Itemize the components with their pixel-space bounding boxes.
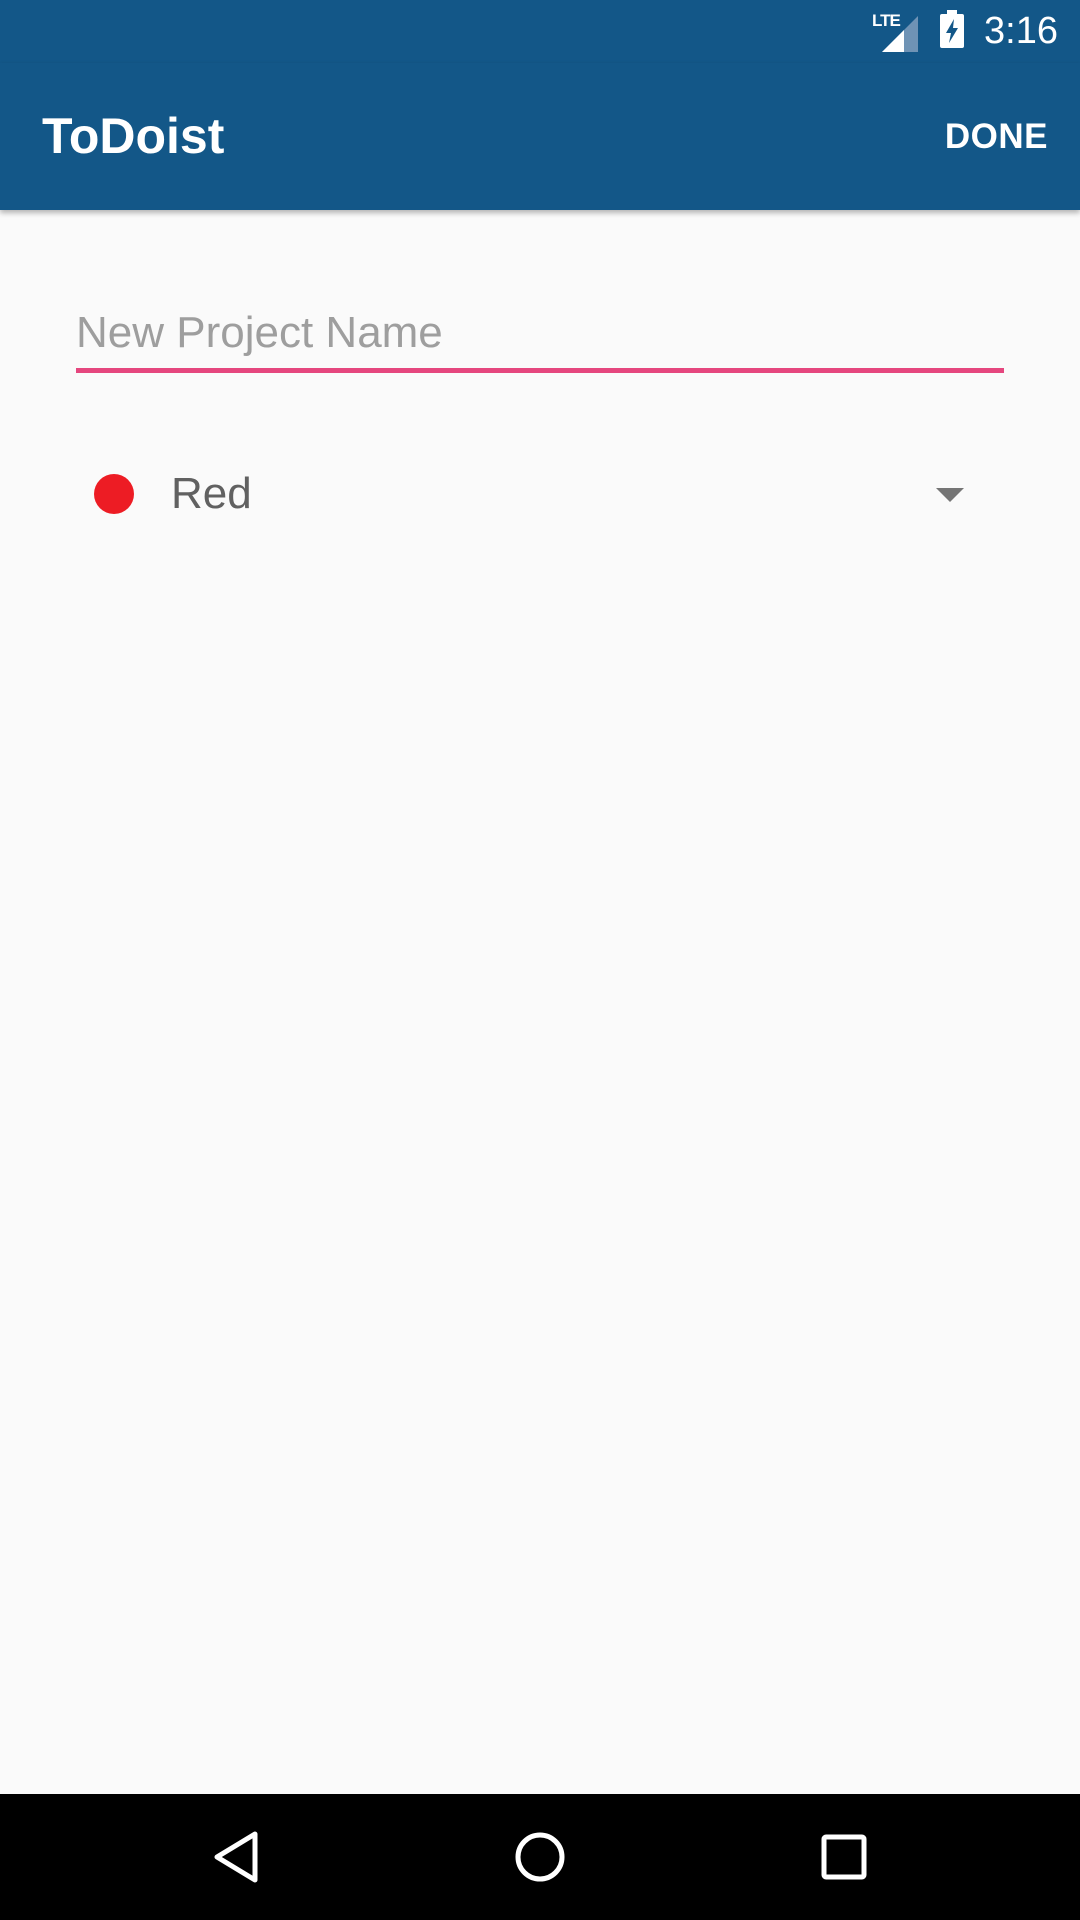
field-underline xyxy=(76,368,1004,373)
back-button[interactable] xyxy=(193,1814,279,1900)
lte-signal-icon: LTE xyxy=(872,10,919,52)
clock: 3:16 xyxy=(984,10,1058,52)
screen: LTE 3:16 ToDoist DONE Red xyxy=(0,0,1080,1920)
back-icon xyxy=(214,1831,258,1883)
dropdown-arrow-icon xyxy=(936,488,964,502)
battery-charging-icon xyxy=(940,10,965,53)
project-name-input[interactable] xyxy=(76,298,1004,368)
color-dropdown[interactable]: Red xyxy=(76,448,976,540)
network-type-label: LTE xyxy=(872,10,901,30)
done-button[interactable]: DONE xyxy=(945,107,1048,167)
home-button[interactable] xyxy=(497,1814,583,1900)
app-bar: ToDoist DONE xyxy=(0,63,1080,210)
selected-color-label: Red xyxy=(171,469,252,518)
app-title: ToDoist xyxy=(42,108,225,164)
home-icon xyxy=(515,1832,565,1882)
navigation-bar xyxy=(0,1794,1080,1920)
project-name-field xyxy=(76,298,1004,376)
recents-icon xyxy=(821,1834,867,1880)
recents-button[interactable] xyxy=(801,1814,887,1900)
status-bar: LTE 3:16 xyxy=(0,0,1080,63)
color-swatch xyxy=(94,474,134,514)
status-icons: LTE 3:16 xyxy=(872,0,1058,63)
